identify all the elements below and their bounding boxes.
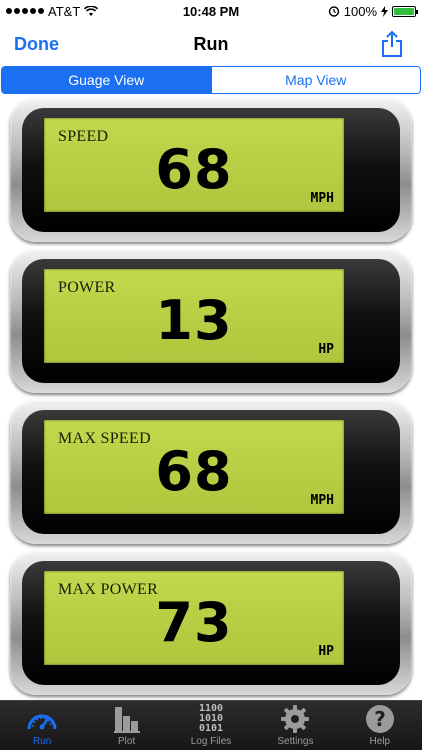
segment-map-view[interactable]: Map View	[210, 67, 420, 93]
battery-level-fill	[394, 7, 414, 15]
page-title: Run	[193, 33, 229, 54]
gauge-power: POWER 13 HP	[10, 249, 412, 393]
tab-label: Plot	[117, 736, 136, 747]
speedometer-icon	[25, 703, 59, 735]
help-icon: ?	[363, 703, 397, 735]
gear-icon	[278, 703, 312, 735]
tab-plot[interactable]: Plot	[84, 701, 168, 750]
gauge-value: 68	[155, 440, 233, 503]
gauge-unit: HP	[318, 644, 334, 659]
share-icon[interactable]	[380, 30, 404, 58]
wifi-icon	[84, 5, 99, 16]
lcd-display: SPEED 68 MPH	[44, 118, 344, 212]
binary-line: 0101	[198, 723, 224, 734]
gauge-max-power: MAX POWER 73 HP	[10, 551, 412, 695]
carrier-name: AT&T	[48, 3, 81, 19]
alarm-clock-icon	[328, 6, 339, 17]
view-segmented-control: Guage View Map View	[1, 66, 421, 94]
tab-settings[interactable]: Settings	[253, 701, 337, 750]
lcd-display: POWER 13 HP	[44, 269, 344, 363]
tab-label: Settings	[277, 736, 314, 747]
gauge-unit: MPH	[310, 191, 334, 206]
tab-label: Run	[33, 736, 52, 747]
gauge-unit: HP	[318, 342, 334, 357]
status-right: 100%	[328, 3, 418, 19]
gauge-value: 73	[155, 591, 233, 654]
binary-file-icon: 1100 1010 0101	[194, 703, 228, 735]
lcd-display: MAX SPEED 68 MPH	[44, 420, 344, 514]
gauge-max-speed: MAX SPEED 68 MPH	[10, 400, 412, 544]
status-left: AT&T	[6, 3, 99, 19]
tab-run[interactable]: Run	[0, 701, 84, 750]
segment-gauge-view[interactable]: Guage View	[2, 67, 211, 93]
tab-label: Help	[369, 736, 391, 747]
charging-icon	[381, 5, 388, 17]
tab-bar: Run Plot 1100 1010 0101 Log Files Settin…	[0, 700, 422, 750]
battery-icon	[392, 5, 418, 17]
done-button[interactable]: Done	[14, 34, 59, 55]
gauge-unit: MPH	[310, 493, 334, 508]
gauge-value: 13	[155, 289, 233, 352]
bar-chart-icon	[110, 703, 144, 735]
status-bar: AT&T 10:48 PM 100%	[0, 0, 422, 22]
tab-log-files[interactable]: 1100 1010 0101 Log Files	[169, 701, 253, 750]
tab-help[interactable]: ? Help	[338, 701, 422, 750]
signal-strength-icon	[6, 8, 44, 14]
gauge-speed: SPEED 68 MPH	[10, 98, 412, 242]
gauge-value: 68	[155, 138, 233, 201]
battery-percent: 100%	[343, 3, 377, 19]
navigation-bar: Done Run	[0, 22, 422, 66]
lcd-display: MAX POWER 73 HP	[44, 571, 344, 665]
svg-text:?: ?	[374, 707, 386, 731]
tab-label: Log Files	[190, 736, 232, 747]
